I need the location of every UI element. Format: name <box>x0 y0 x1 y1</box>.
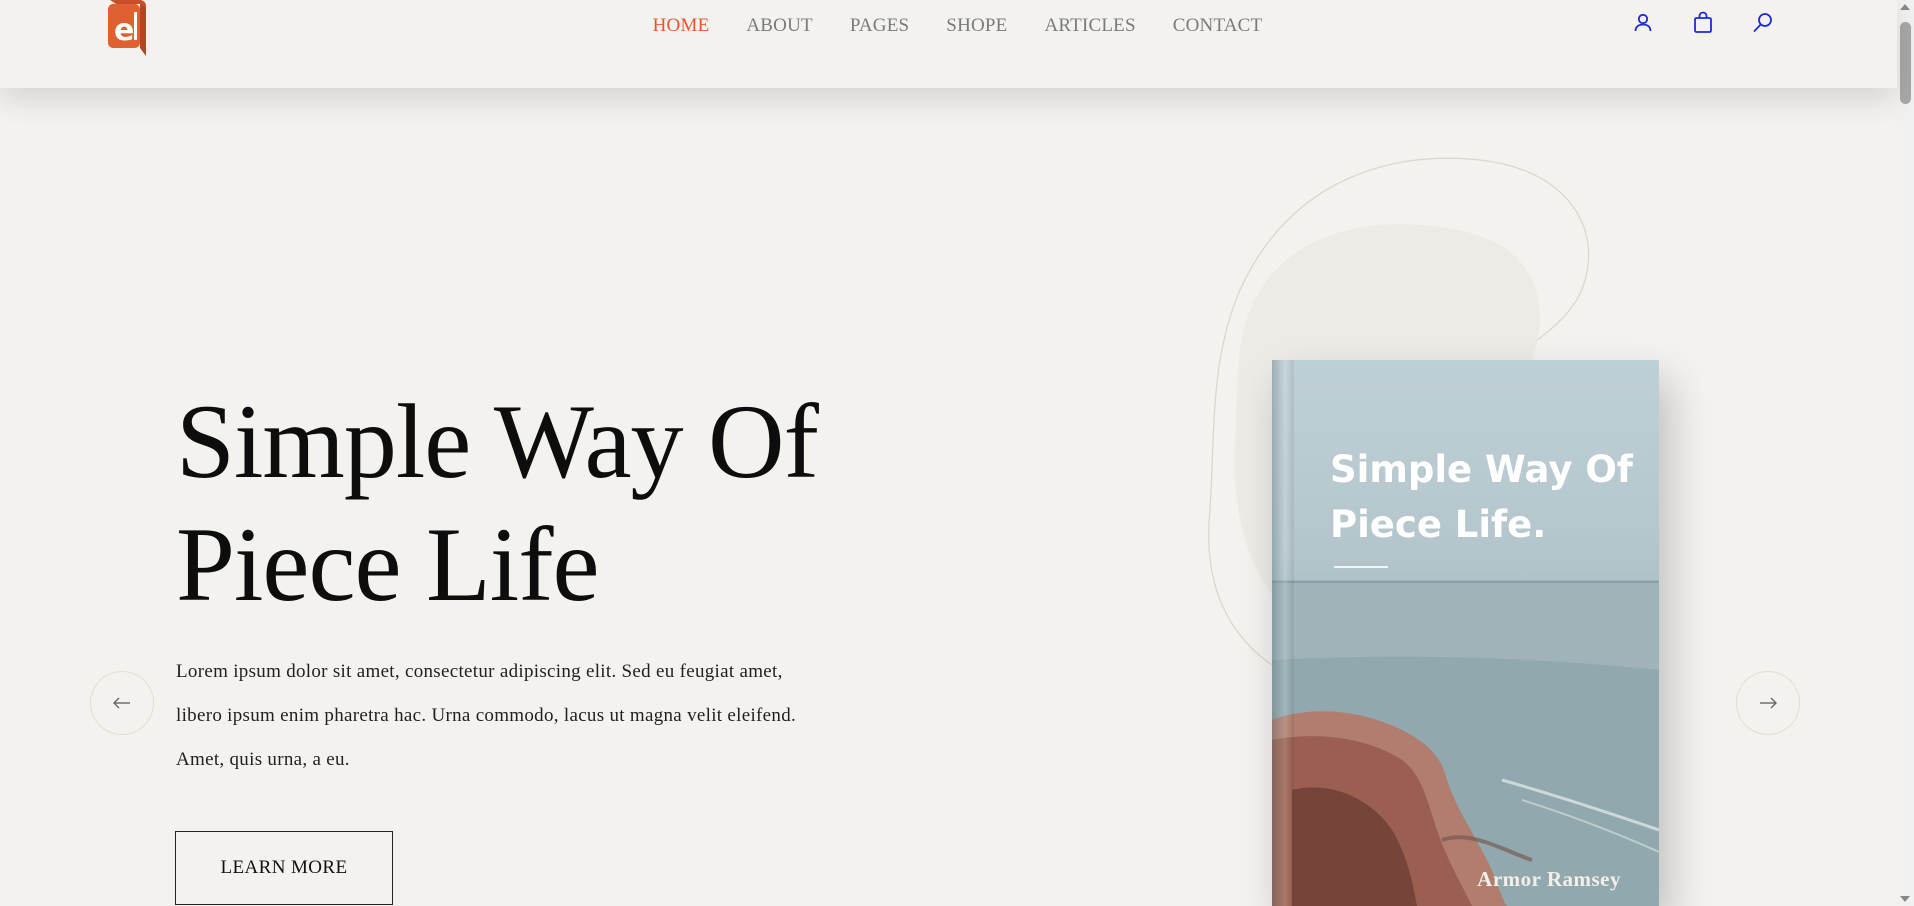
scroll-up-icon[interactable] <box>1900 4 1910 10</box>
shopping-bag-icon[interactable] <box>1691 10 1715 36</box>
search-icon[interactable] <box>1751 10 1775 36</box>
hero-title-line2: Piece Life <box>176 506 600 623</box>
main-nav: HOME ABOUT PAGES SHOPE ARTICLES CONTACT <box>0 0 1897 52</box>
book-spine <box>1272 360 1294 906</box>
book-title-divider <box>1334 566 1388 568</box>
book-cover: Simple Way Of Piece Life. Armor Ramsey <box>1272 360 1659 906</box>
scroll-down-icon[interactable] <box>1900 896 1910 902</box>
slider-next-button[interactable] <box>1736 671 1800 735</box>
page-scrollbar[interactable] <box>1897 0 1914 906</box>
nav-home[interactable]: HOME <box>653 15 710 37</box>
hero-description: Lorem ipsum dolor sit amet, consectetur … <box>176 661 797 770</box>
book-title-line2: Piece Life. <box>1330 503 1547 546</box>
user-icon[interactable] <box>1631 10 1655 36</box>
nav-about[interactable]: ABOUT <box>746 15 812 37</box>
book-title-line1: Simple Way Of <box>1330 448 1633 491</box>
scrollbar-thumb[interactable] <box>1900 22 1911 104</box>
book-title: Simple Way Of Piece Life. <box>1330 442 1640 552</box>
arrow-right-icon <box>1760 697 1777 709</box>
hero-title: Simple Way Of Piece Life <box>176 380 896 626</box>
learn-more-button[interactable]: LEARN MORE <box>175 831 393 905</box>
nav-pages[interactable]: PAGES <box>850 15 909 37</box>
site-header: e HOME ABOUT PAGES SHOPE ARTICLES CONTAC… <box>0 0 1897 88</box>
nav-contact[interactable]: CONTACT <box>1173 15 1263 37</box>
nav-shope[interactable]: SHOPE <box>946 15 1007 37</box>
arrow-left-icon <box>113 697 130 709</box>
header-actions <box>1631 10 1775 36</box>
hero-title-line1: Simple Way Of <box>176 383 819 500</box>
nav-articles[interactable]: ARTICLES <box>1044 15 1135 37</box>
slider-prev-button[interactable] <box>90 671 154 735</box>
book-author: Armor Ramsey <box>1477 867 1621 891</box>
